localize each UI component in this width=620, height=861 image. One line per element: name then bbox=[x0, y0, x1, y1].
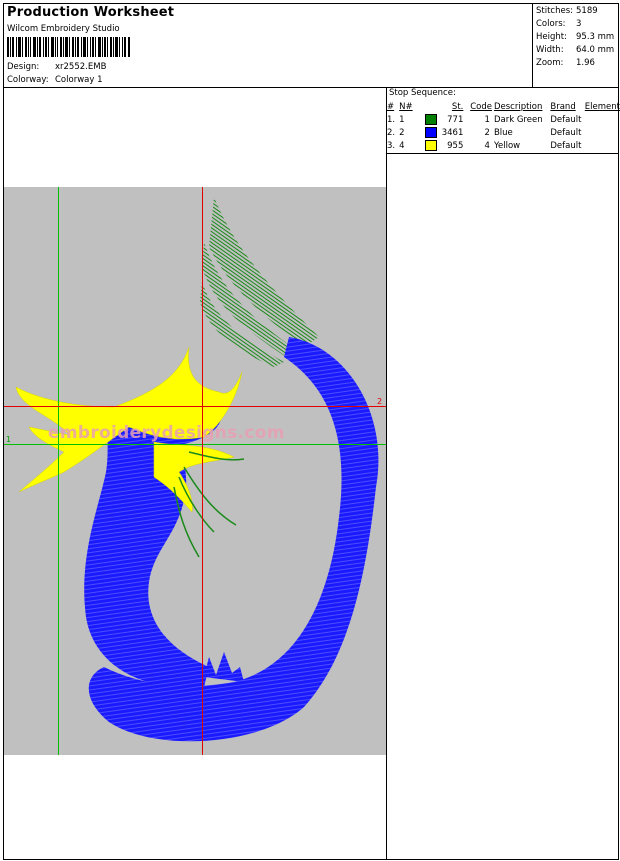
needle-number: 4 bbox=[399, 140, 405, 151]
stop-index: 3. bbox=[387, 140, 396, 151]
divider bbox=[386, 153, 618, 154]
needle-number: 1 bbox=[399, 114, 405, 125]
horizontal-guide-green bbox=[4, 444, 386, 445]
software-name: Wilcom Embroidery Studio bbox=[7, 24, 120, 34]
stop-sequence-title: Stop Sequence: bbox=[389, 88, 456, 98]
width-value: 64.0 mm bbox=[576, 45, 615, 55]
swatch-column bbox=[425, 100, 442, 113]
thread-brand: Default bbox=[550, 140, 582, 151]
color-swatch bbox=[424, 127, 437, 138]
dragon-embroidery-image bbox=[15, 197, 379, 742]
colors-label: Colors: bbox=[536, 19, 566, 29]
colors-value: 3 bbox=[576, 19, 582, 29]
height-value: 95.3 mm bbox=[576, 32, 615, 42]
element bbox=[585, 126, 620, 139]
table-row: 1. 1 771 1 Dark Green Default bbox=[387, 113, 620, 126]
stop-sequence-table: # N# St. Code Description Brand Element … bbox=[387, 100, 620, 152]
stitch-count: 771 bbox=[447, 114, 464, 125]
color-swatch-cell bbox=[424, 126, 442, 139]
design-preview: embroiderydesigns.com 1 2 bbox=[4, 187, 386, 755]
height-label: Height: bbox=[536, 32, 567, 42]
table-header-row: # N# St. Code Description Brand Element bbox=[387, 100, 620, 113]
stitch-count: 955 bbox=[447, 140, 464, 151]
width-label: Width: bbox=[536, 45, 564, 55]
color-swatch-cell bbox=[424, 113, 442, 126]
thread-brand: Default bbox=[550, 127, 582, 138]
divider bbox=[386, 87, 387, 859]
thread-description: Dark Green bbox=[493, 114, 543, 125]
colorway-value: Colorway 1 bbox=[55, 75, 103, 85]
zoom-label: Zoom: bbox=[536, 58, 564, 68]
needle-number: 2 bbox=[399, 127, 405, 138]
column-header: Element bbox=[584, 101, 620, 112]
thread-code: 1 bbox=[484, 114, 490, 125]
page-title: Production Worksheet bbox=[7, 5, 175, 20]
colorway-label: Colorway: bbox=[7, 75, 49, 85]
element bbox=[585, 113, 620, 126]
design-label: Design: bbox=[7, 62, 40, 72]
divider bbox=[3, 87, 618, 88]
zoom-value: 1.96 bbox=[576, 58, 595, 68]
color-swatch-cell bbox=[424, 139, 442, 152]
column-header: Code bbox=[470, 101, 492, 112]
watermark: embroiderydesigns.com bbox=[48, 423, 285, 443]
thread-description: Yellow bbox=[493, 140, 521, 151]
horizontal-guide-red bbox=[4, 406, 386, 407]
vertical-guide-green bbox=[58, 187, 59, 755]
color-swatch bbox=[424, 114, 437, 125]
table-row: 3. 4 955 4 Yellow Default bbox=[387, 139, 620, 152]
stop-index: 2. bbox=[387, 127, 396, 138]
stitches-label: Stitches: bbox=[536, 6, 574, 16]
color-swatch bbox=[424, 140, 437, 151]
column-header: N# bbox=[399, 101, 413, 112]
design-value: xr2552.EMB bbox=[55, 62, 107, 72]
barcode-image bbox=[7, 37, 130, 57]
column-header: St. bbox=[451, 101, 464, 112]
divider bbox=[532, 3, 533, 87]
thread-description: Blue bbox=[493, 127, 513, 138]
column-header: # bbox=[387, 101, 395, 112]
stop-index: 1. bbox=[387, 114, 396, 125]
thread-code: 4 bbox=[484, 140, 490, 151]
vertical-guide-red bbox=[202, 187, 203, 755]
stitch-count: 3461 bbox=[441, 127, 464, 138]
axis-label-1: 1 bbox=[6, 435, 12, 444]
column-header: Brand bbox=[550, 101, 576, 112]
thread-brand: Default bbox=[550, 114, 582, 125]
table-row: 2. 2 3461 2 Blue Default bbox=[387, 126, 620, 139]
stitches-value: 5189 bbox=[576, 6, 598, 16]
thread-code: 2 bbox=[484, 127, 490, 138]
axis-label-2: 2 bbox=[377, 397, 383, 406]
element bbox=[585, 139, 620, 152]
column-header: Description bbox=[493, 101, 543, 112]
